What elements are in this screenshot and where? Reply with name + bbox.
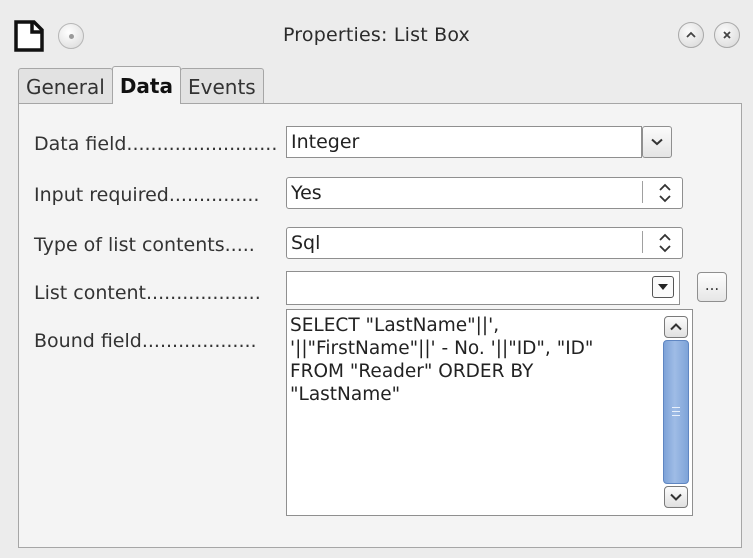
scroll-up-button[interactable] xyxy=(664,316,688,338)
chevron-up-icon xyxy=(686,31,696,38)
sql-line: "LastName" xyxy=(290,384,401,405)
up-down-arrows-icon xyxy=(659,233,671,253)
sql-line: '||"FirstName"||' - No. '||"ID", "ID" xyxy=(290,338,594,359)
sql-text: SELECT "LastName"||', '||"FirstName"||' … xyxy=(290,314,660,406)
chevron-up-icon xyxy=(670,323,682,331)
list-type-label: Type of list contents..... xyxy=(34,234,255,256)
grip-line xyxy=(672,411,680,412)
roll-up-button[interactable] xyxy=(678,22,704,48)
sql-line: FROM "Reader" ORDER BY xyxy=(290,361,534,382)
scroll-down-button[interactable] xyxy=(664,486,688,508)
up-down-arrows-icon xyxy=(659,183,671,203)
chevron-down-icon xyxy=(670,493,682,501)
tab-bar: General Data Events xyxy=(18,66,264,104)
list-content-label: List content................... xyxy=(34,282,261,304)
data-field-select[interactable]: Integer xyxy=(286,126,642,158)
list-content-more-button[interactable]: ... xyxy=(697,272,727,302)
input-required-select[interactable]: Yes xyxy=(286,177,683,209)
list-type-spin[interactable] xyxy=(643,228,687,258)
tab-general[interactable]: General xyxy=(18,68,113,104)
input-required-label: Input required............... xyxy=(34,184,260,206)
window-title: Properties: List Box xyxy=(282,24,471,46)
data-field-dropdown-button[interactable] xyxy=(642,126,672,158)
input-required-spin[interactable] xyxy=(643,178,687,208)
sql-line: SELECT "LastName"||', xyxy=(290,315,500,336)
close-icon xyxy=(723,31,731,39)
list-content-dropdown-button[interactable] xyxy=(652,276,674,298)
tab-data[interactable]: Data xyxy=(111,66,181,104)
bound-field-label: Bound field................... xyxy=(34,330,257,352)
list-content-input[interactable] xyxy=(286,271,680,305)
close-button[interactable] xyxy=(714,22,740,48)
grip-line xyxy=(672,415,680,416)
triangle-down-icon xyxy=(658,284,668,290)
scrollbar-thumb[interactable] xyxy=(663,340,689,484)
grip-line xyxy=(672,407,680,408)
list-type-select[interactable]: Sql xyxy=(286,227,683,259)
chevron-down-icon xyxy=(651,138,663,146)
data-field-label: Data field......................... xyxy=(34,133,278,155)
tab-events[interactable]: Events xyxy=(179,68,264,104)
bound-field-textarea[interactable]: SELECT "LastName"||', '||"FirstName"||' … xyxy=(286,309,693,516)
title-bar[interactable]: Properties: List Box xyxy=(0,0,753,70)
